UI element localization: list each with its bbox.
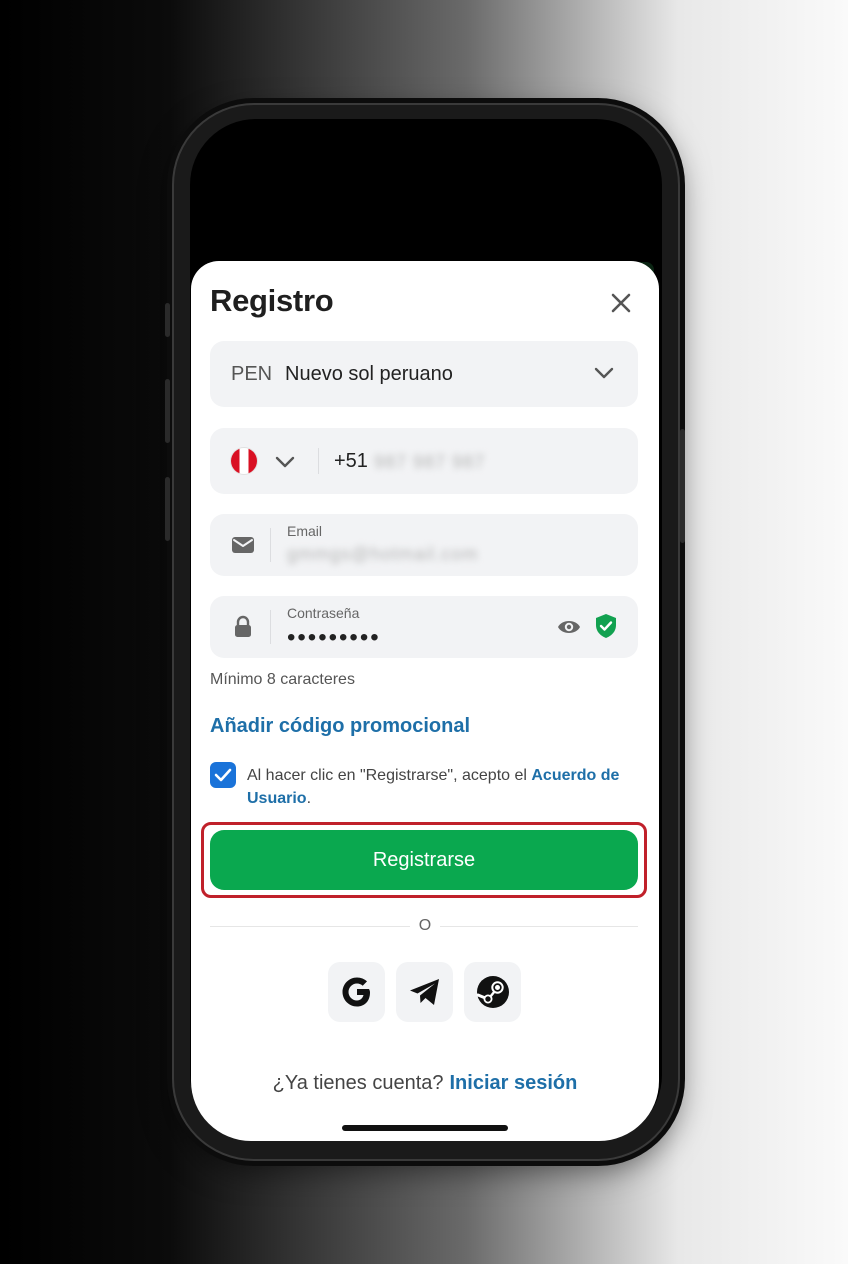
peru-flag-icon[interactable]	[231, 448, 257, 474]
close-icon[interactable]	[609, 291, 633, 315]
modal-title: Registro	[210, 283, 334, 318]
divider	[270, 610, 271, 644]
volume-down-button	[165, 477, 170, 541]
dial-code: +51	[334, 450, 368, 472]
shield-check-icon	[596, 614, 616, 638]
mute-switch	[165, 303, 170, 337]
power-button	[680, 429, 685, 543]
home-indicator	[342, 1125, 508, 1131]
lock-icon	[235, 615, 251, 637]
checkmark-icon	[214, 768, 232, 782]
login-link[interactable]: Iniciar sesión	[450, 1072, 578, 1094]
currency-name: Nuevo sol peruano	[285, 363, 453, 385]
divider-left	[210, 926, 410, 927]
terms-text: Al hacer clic en "Registrarse", acepto e…	[247, 764, 647, 810]
login-prompt-row: ¿Ya tienes cuenta? Iniciar sesión	[191, 1072, 659, 1095]
divider	[318, 448, 319, 474]
steam-login-button[interactable]	[464, 962, 521, 1022]
steam-icon	[476, 976, 509, 1008]
email-field[interactable]: Email gmmgs@hotmail.com	[210, 514, 638, 576]
password-value: •••••••••	[287, 624, 381, 651]
email-label: Email	[287, 523, 323, 539]
password-hint: Mínimo 8 caracteres	[210, 671, 355, 688]
google-icon	[342, 977, 370, 1007]
registration-modal: Registro PEN Nuevo sol peruano +51 987 9…	[191, 261, 659, 1141]
divider-right	[440, 926, 638, 927]
currency-select[interactable]: PEN Nuevo sol peruano	[210, 341, 638, 407]
terms-suffix: .	[306, 790, 312, 807]
login-prompt: ¿Ya tienes cuenta?	[272, 1072, 444, 1094]
password-label: Contraseña	[287, 605, 360, 621]
google-login-button[interactable]	[328, 962, 385, 1022]
email-value: gmmgs@hotmail.com	[287, 544, 479, 564]
chevron-down-icon	[594, 367, 614, 379]
chevron-down-icon[interactable]	[275, 455, 295, 469]
add-promo-code-link[interactable]: Añadir código promocional	[210, 715, 470, 738]
envelope-icon	[232, 537, 254, 553]
currency-code: PEN	[231, 363, 273, 385]
phone-number-input[interactable]: 987 987 987	[374, 452, 485, 473]
eye-icon[interactable]	[557, 616, 581, 638]
phone-field: +51 987 987 987	[210, 428, 638, 494]
register-button[interactable]: Registrarse	[210, 830, 638, 890]
or-separator: O	[418, 917, 432, 934]
telegram-login-button[interactable]	[396, 962, 453, 1022]
telegram-icon	[409, 979, 439, 1005]
volume-up-button	[165, 379, 170, 443]
terms-checkbox[interactable]	[210, 762, 236, 788]
divider	[270, 528, 271, 562]
terms-prefix: Al hacer clic en "Registrarse", acepto e…	[247, 767, 532, 784]
password-field[interactable]: Contraseña •••••••••	[210, 596, 638, 658]
